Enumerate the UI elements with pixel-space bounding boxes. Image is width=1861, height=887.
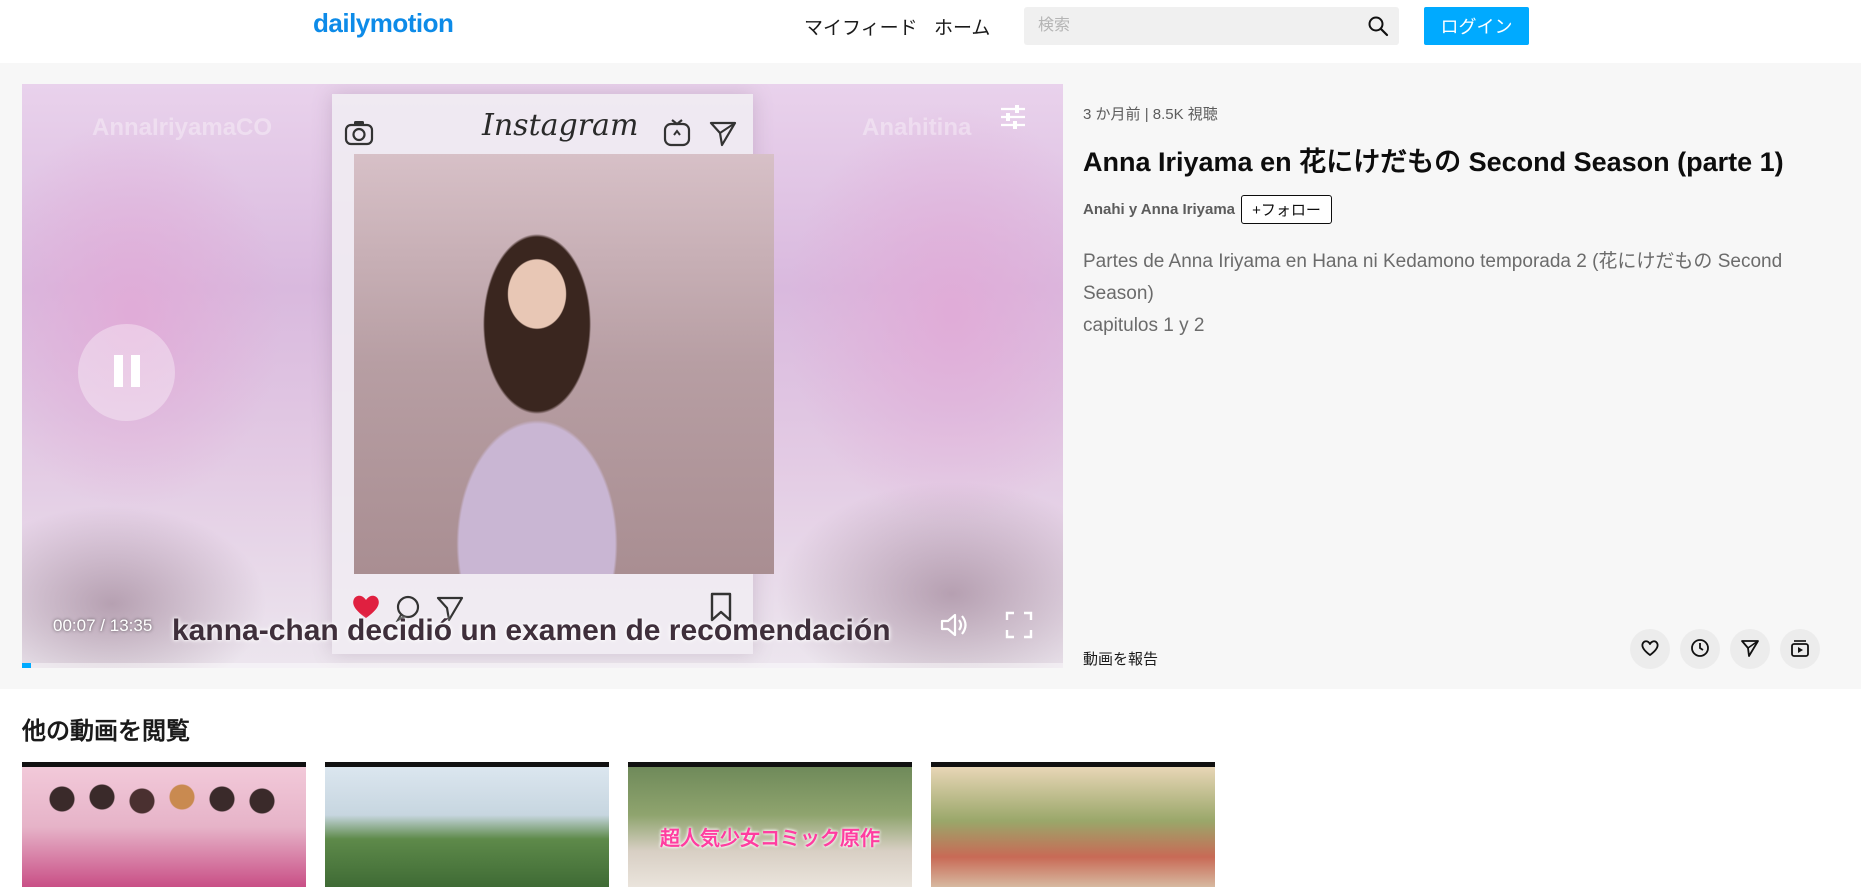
- settings-sliders-icon[interactable]: [998, 102, 1028, 132]
- video-thumbnail[interactable]: 超人気少女コミック原作: [628, 762, 912, 887]
- search-box: [1024, 7, 1399, 45]
- search-input[interactable]: [1024, 7, 1344, 45]
- total-duration: 13:35: [109, 616, 153, 635]
- thumbnail-caption: 超人気少女コミック原作: [660, 828, 880, 850]
- video-description: Partes de Anna Iriyama en Hana ni Kedamo…: [1083, 246, 1823, 342]
- pause-button[interactable]: [78, 324, 175, 421]
- instagram-wordmark: Instagram: [482, 108, 639, 143]
- video-frame-photo: [354, 154, 774, 574]
- video-watermark-left: AnnaIriyamaCO: [92, 114, 273, 141]
- playlist-icon: [1790, 638, 1810, 661]
- camera-icon: [344, 120, 374, 151]
- igtv-icon: [662, 118, 692, 153]
- video-title: Anna Iriyama en 花にけだもの Second Season (pa…: [1083, 147, 1784, 177]
- meta-separator: |: [1144, 106, 1149, 123]
- time-separator: /: [100, 616, 106, 635]
- more-videos-section: 他の動画を閲覧 超人気少女コミック原作: [0, 689, 1861, 887]
- video-frame-instagram-card: Instagram: [332, 94, 774, 654]
- direct-message-icon: [708, 118, 738, 153]
- login-button[interactable]: ログイン: [1424, 7, 1529, 45]
- progress-bar-fill: [22, 663, 32, 668]
- share-button[interactable]: [1730, 629, 1770, 669]
- top-navigation-bar: dailymotion マイフィード ホーム ログイン: [0, 0, 1861, 63]
- share-icon: [1740, 638, 1760, 661]
- video-thumbnail[interactable]: [22, 762, 306, 887]
- volume-icon[interactable]: [939, 610, 969, 640]
- view-count: 8.5K 視聴: [1152, 106, 1218, 123]
- playback-time: 00:07 / 13:35: [53, 616, 152, 636]
- pause-icon: [111, 353, 143, 392]
- video-thumbnail[interactable]: [325, 762, 609, 887]
- upload-age: 3 か月前: [1083, 106, 1141, 123]
- current-time: 00:07: [53, 616, 96, 635]
- nav-my-feed[interactable]: マイフィード: [804, 13, 918, 40]
- dailymotion-logo[interactable]: dailymotion: [313, 8, 454, 39]
- description-line: capitulos 1 y 2: [1083, 315, 1205, 336]
- video-subtitle: kanna-chan decidió un examen de recomend…: [172, 614, 891, 647]
- video-watermark-right: Anahitina: [862, 114, 972, 141]
- progress-bar[interactable]: [22, 663, 1063, 668]
- nav-home[interactable]: ホーム: [934, 13, 990, 40]
- watch-later-button[interactable]: [1680, 629, 1720, 669]
- like-button[interactable]: [1630, 629, 1670, 669]
- video-thumbnail[interactable]: [931, 762, 1215, 887]
- channel-name[interactable]: Anahi y Anna Iriyama: [1083, 201, 1235, 218]
- follow-button[interactable]: +フォロー: [1241, 195, 1332, 224]
- heart-icon: [1640, 638, 1660, 661]
- search-icon[interactable]: [1367, 15, 1389, 37]
- more-videos-heading: 他の動画を閲覧: [22, 718, 190, 745]
- description-line: Partes de Anna Iriyama en Hana ni Kedamo…: [1083, 251, 1783, 304]
- video-player[interactable]: AnnaIriyamaCO Anahitina Instagram kanna-…: [22, 84, 1063, 668]
- video-meta: 3 か月前 | 8.5K 視聴: [1083, 103, 1218, 124]
- fullscreen-icon[interactable]: [1004, 610, 1034, 640]
- report-video-link[interactable]: 動画を報告: [1083, 648, 1158, 669]
- add-to-playlist-button[interactable]: [1780, 629, 1820, 669]
- thumbnail-image: [42, 779, 282, 869]
- clock-icon: [1690, 638, 1710, 661]
